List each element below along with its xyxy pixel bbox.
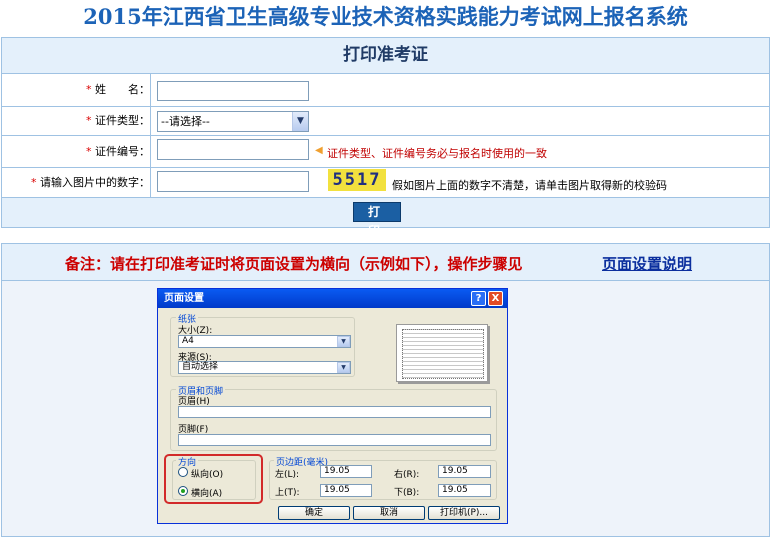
required-mark: *: [31, 176, 37, 189]
bottom-margin-field: 19.05: [438, 484, 491, 497]
chevron-down-icon: ▼: [337, 362, 350, 373]
help-icon: ?: [471, 291, 486, 306]
chevron-down-icon[interactable]: ▼: [292, 112, 308, 131]
id-type-label-text: 证件类型：: [95, 114, 150, 127]
id-number-row: * 证件编号： ◀ 证件类型、证件编号务必与报名时使用的一致: [2, 136, 769, 168]
id-type-row: * 证件类型： --请选择-- ▼: [2, 107, 769, 136]
left-margin-label: 左(L):: [275, 470, 300, 480]
button-row: 打 印: [2, 198, 769, 238]
id-number-hint: 证件类型、证件编号务必与报名时使用的一致: [327, 147, 547, 160]
print-form-panel: 打印准考证 * 姓 名： * 证件类型： --请选择-- ▼ * 证件编号： ◀…: [1, 37, 770, 238]
ok-button: 确定: [278, 506, 350, 520]
required-mark: *: [86, 114, 92, 127]
preview-lines: [402, 329, 484, 379]
right-margin-field: 19.05: [438, 465, 491, 478]
triangle-left-icon: ◀: [315, 145, 323, 156]
cancel-button: 取消: [353, 506, 425, 520]
footer-field: [178, 434, 491, 446]
bottom-margin-label: 下(B):: [394, 488, 420, 498]
header-field: [178, 406, 491, 418]
required-mark: *: [86, 145, 92, 158]
size-value: A4: [182, 336, 194, 346]
name-input[interactable]: [157, 81, 309, 101]
note-text: 备注：请在打印准考证时将页面设置为横向（示例如下），操作步骤见: [65, 255, 523, 273]
required-mark: *: [86, 83, 92, 96]
print-button[interactable]: 打 印: [353, 202, 401, 238]
captcha-hint: 假如图片上面的数字不清楚，请单击图片取得新的校验码: [392, 179, 667, 192]
chevron-down-icon: ▼: [337, 336, 350, 347]
captcha-input[interactable]: [157, 171, 309, 192]
id-number-label: * 证件编号：: [2, 136, 151, 167]
name-label-text: 姓 名：: [95, 83, 150, 96]
id-number-input[interactable]: [157, 139, 309, 160]
size-select: A4 ▼: [178, 335, 351, 348]
id-number-label-text: 证件编号：: [95, 145, 150, 158]
page-title: 2015年江西省卫生高级专业技术资格实践能力考试网上报名系统: [83, 4, 688, 29]
form-heading: 打印准考证: [2, 38, 769, 74]
name-row: * 姓 名：: [2, 74, 769, 107]
id-type-label: * 证件类型：: [2, 107, 151, 135]
captcha-image[interactable]: 5517: [328, 169, 386, 191]
close-icon: X: [488, 291, 503, 306]
right-margin-label: 右(R):: [394, 470, 420, 480]
source-select: 自动选择 ▼: [178, 361, 351, 374]
orientation-highlight: [164, 454, 263, 504]
top-margin-label: 上(T):: [275, 488, 300, 498]
printer-button: 打印机(P)...: [428, 506, 500, 520]
captcha-label-text: 请输入图片中的数字：: [40, 176, 150, 189]
note-header: 备注：请在打印准考证时将页面设置为横向（示例如下），操作步骤见 页面设置说明: [2, 244, 769, 281]
source-value: 自动选择: [182, 362, 219, 372]
page-setup-help-link[interactable]: 页面设置说明: [602, 253, 692, 274]
top-margin-field: 19.05: [320, 484, 372, 497]
captcha-row: * 请输入图片中的数字： 5517 假如图片上面的数字不清楚，请单击图片取得新的…: [2, 168, 769, 198]
dialog-title: 页面设置: [158, 289, 507, 308]
left-margin-field: 19.05: [320, 465, 372, 478]
name-label: * 姓 名：: [2, 74, 151, 106]
page-preview-image: [396, 324, 488, 382]
id-type-select[interactable]: --请选择-- ▼: [157, 111, 309, 132]
captcha-label: * 请输入图片中的数字：: [2, 168, 151, 197]
id-type-value: --请选择--: [161, 115, 210, 128]
